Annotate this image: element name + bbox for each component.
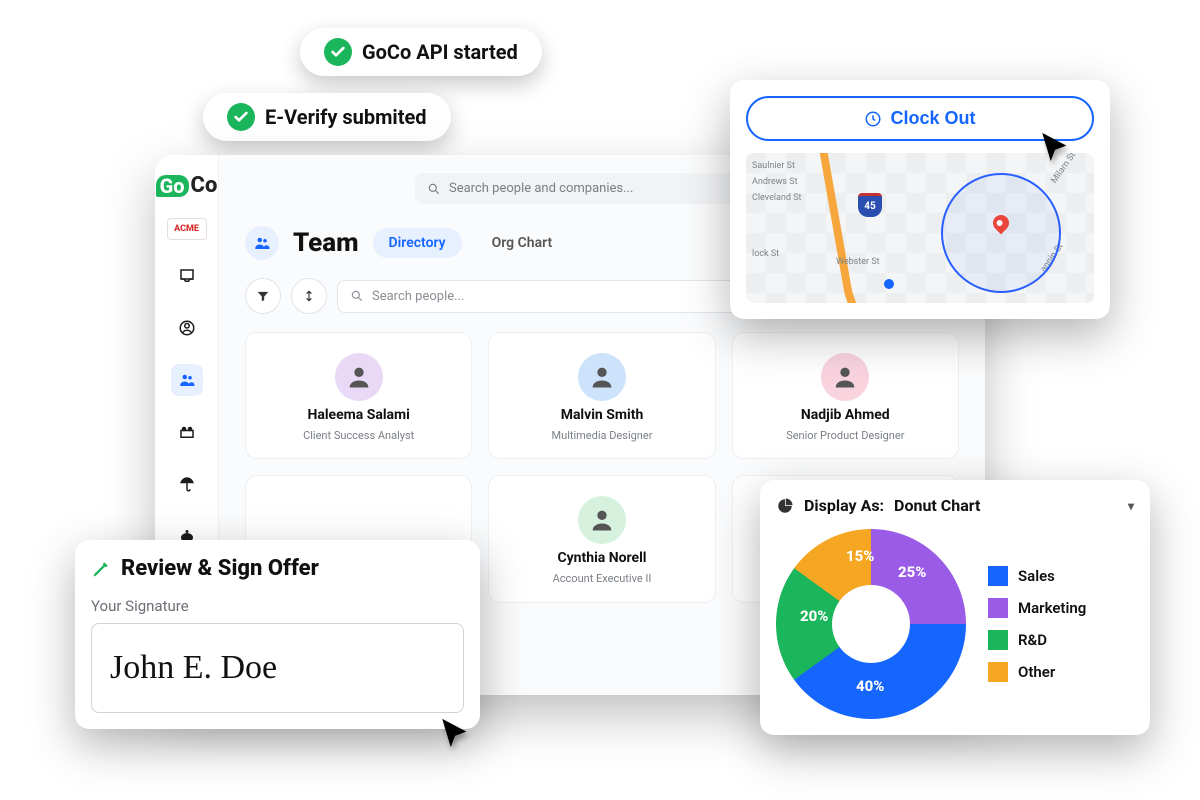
donut-body: 25% 40% 20% 15% Sales Marketing R&D Othe… — [776, 529, 1134, 719]
swatch — [988, 598, 1008, 618]
legend-label: Sales — [1018, 567, 1055, 585]
signature-title-row: Review & Sign Offer — [91, 556, 464, 581]
legend-marketing: Marketing — [988, 598, 1086, 618]
sort-button[interactable] — [291, 278, 327, 314]
clock-icon — [864, 110, 882, 128]
legend-other: Other — [988, 662, 1086, 682]
sidebar-inbox-icon[interactable] — [171, 260, 203, 292]
legend-label: Marketing — [1018, 599, 1086, 617]
sidebar-umbrella-icon[interactable] — [171, 468, 203, 500]
logo-suffix: Co — [191, 173, 218, 198]
person-name: Nadjib Ahmed — [801, 407, 890, 423]
check-icon — [324, 38, 352, 66]
tab-orgchart[interactable]: Org Chart — [476, 228, 569, 258]
signature-popup: Review & Sign Offer Your Signature John … — [75, 540, 480, 729]
global-search-placeholder: Search people and companies... — [449, 181, 633, 196]
donut-popup: Display As: Donut Chart ▾ 25% 40% 20% 15… — [760, 480, 1150, 735]
clock-out-label: Clock Out — [890, 108, 975, 129]
filter-button[interactable] — [245, 278, 281, 314]
swatch — [988, 630, 1008, 650]
street-label: Cleveland St — [752, 193, 802, 203]
person-name: Cynthia Norell — [557, 550, 646, 566]
pencil-icon — [91, 559, 111, 579]
swatch — [988, 662, 1008, 682]
check-icon — [227, 103, 255, 131]
slice-label-other: 15% — [846, 547, 874, 565]
legend-sales: Sales — [988, 566, 1086, 586]
person-role: Account Executive II — [553, 572, 652, 585]
donut-chart: 25% 40% 20% 15% — [776, 529, 966, 719]
street-label: lock St — [752, 249, 779, 259]
person-card[interactable]: Malvin Smith Multimedia Designer — [488, 332, 715, 459]
sidebar-profile-icon[interactable] — [171, 312, 203, 344]
slice-label-rnd: 20% — [800, 607, 828, 625]
avatar — [821, 353, 869, 401]
pie-icon — [776, 497, 794, 515]
person-role: Multimedia Designer — [552, 429, 653, 442]
interstate-shield: 45 — [858, 193, 882, 217]
person-card[interactable]: Haleema Salami Client Success Analyst — [245, 332, 472, 459]
location-dot-icon — [884, 279, 894, 289]
street-label: Webster St — [836, 257, 880, 267]
signature-title: Review & Sign Offer — [121, 556, 319, 581]
avatar — [335, 353, 383, 401]
street-label: Andrews St — [752, 177, 798, 187]
page-title: Team — [293, 228, 359, 258]
chart-type-value: Donut Chart — [894, 496, 980, 515]
sidebar-team-icon[interactable] — [171, 364, 203, 396]
logo[interactable]: GoCo — [156, 173, 218, 198]
slice-label-marketing: 25% — [898, 563, 926, 581]
avatar — [578, 496, 626, 544]
sidebar-org-icon[interactable] — [171, 416, 203, 448]
avatar — [578, 353, 626, 401]
chart-type-selector[interactable]: Display As: Donut Chart ▾ — [776, 496, 1134, 515]
tab-directory[interactable]: Directory — [373, 228, 462, 258]
logo-prefix: Go — [156, 175, 189, 197]
toast-text: GoCo API started — [362, 40, 518, 64]
donut-hole — [832, 585, 910, 663]
team-icon — [245, 226, 279, 260]
person-role: Senior Product Designer — [786, 429, 904, 442]
people-search-placeholder: Search people... — [372, 289, 464, 304]
map[interactable]: 45 Saulnier St Andrews St Cleveland St l… — [746, 153, 1094, 303]
person-card[interactable]: Nadjib Ahmed Senior Product Designer — [732, 332, 959, 459]
street-label: Saulnier St — [752, 161, 795, 171]
toast-everify: E-Verify submited — [203, 93, 451, 141]
signature-input[interactable]: John E. Doe — [91, 623, 464, 713]
company-badge[interactable]: ACME — [167, 218, 207, 240]
swatch — [988, 566, 1008, 586]
person-card[interactable]: Cynthia Norell Account Executive II — [488, 475, 715, 603]
slice-label-sales: 40% — [856, 677, 884, 695]
search-icon — [350, 289, 364, 303]
signature-label: Your Signature — [91, 597, 464, 615]
legend-label: Other — [1018, 663, 1055, 681]
legend-label: R&D — [1018, 631, 1047, 649]
signature-value: John E. Doe — [110, 649, 277, 687]
person-name: Haleema Salami — [307, 407, 409, 423]
person-name: Malvin Smith — [561, 407, 644, 423]
legend: Sales Marketing R&D Other — [988, 566, 1086, 682]
toast-api-started: GoCo API started — [300, 28, 542, 76]
toast-text: E-Verify submited — [265, 105, 427, 129]
chevron-down-icon: ▾ — [1128, 499, 1134, 513]
legend-rnd: R&D — [988, 630, 1086, 650]
chart-type-prefix: Display As: — [804, 496, 884, 515]
person-role: Client Success Analyst — [303, 429, 414, 442]
clock-popup: Clock Out 45 Saulnier St Andrews St Clev… — [730, 80, 1110, 319]
freeway-line — [817, 153, 924, 303]
search-icon — [427, 182, 441, 196]
